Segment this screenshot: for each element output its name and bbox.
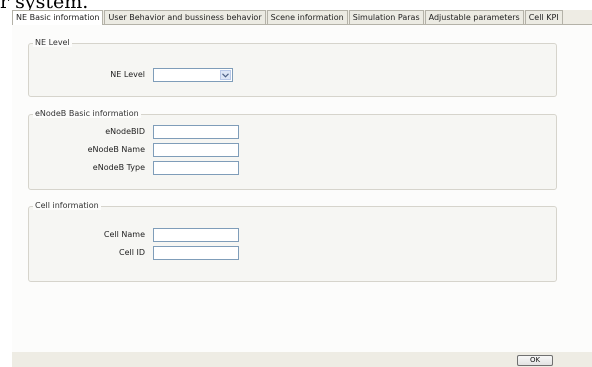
background-document-text: r system. <box>0 0 89 13</box>
enodeb-name-input[interactable] <box>153 143 239 157</box>
enodeb-basic-information-group: eNodeB Basic information eNodeBID eNodeB… <box>28 109 557 190</box>
chevron-down-icon[interactable] <box>220 70 231 80</box>
enodeb-type-input[interactable] <box>153 161 239 175</box>
cell-information-group: Cell information Cell Name Cell ID <box>28 201 557 282</box>
cell-legend: Cell information <box>33 201 101 210</box>
enodeb-id-input[interactable] <box>153 125 239 139</box>
tab-adjustable-parameters[interactable]: Adjustable parameters <box>424 10 524 24</box>
tab-ne-basic-information[interactable]: NE Basic information <box>12 10 104 25</box>
enodeb-type-label: eNodeB Type <box>92 163 145 172</box>
ne-level-group: NE Level NE Level <box>28 38 557 97</box>
tab-cell-kpi[interactable]: Cell KPI <box>524 10 563 24</box>
tab-panel: NE Level NE Level eNodeB Basic informati… <box>12 24 592 353</box>
ne-level-dropdown[interactable] <box>153 68 233 82</box>
enodeb-name-row: eNodeB Name <box>29 143 556 157</box>
tab-scene-information[interactable]: Scene information <box>266 10 348 24</box>
cell-id-input[interactable] <box>153 246 239 260</box>
ne-level-label: NE Level <box>110 70 145 79</box>
tab-user-behavior[interactable]: User Behavior and bussiness behavior <box>104 10 266 24</box>
ne-level-legend: NE Level <box>33 38 72 47</box>
enodeb-id-label: eNodeBID <box>105 127 145 136</box>
button-bar: OK <box>12 352 592 367</box>
cell-id-label: Cell ID <box>118 248 145 257</box>
tab-simulation-paras[interactable]: Simulation Paras <box>348 10 424 24</box>
enodeb-name-label: eNodeB Name <box>87 145 145 154</box>
ok-button[interactable]: OK <box>517 355 553 366</box>
cell-name-label: Cell Name <box>103 230 145 239</box>
enodeb-id-row: eNodeBID <box>29 125 556 139</box>
ne-level-row: NE Level <box>29 68 556 82</box>
enodeb-type-row: eNodeB Type <box>29 161 556 175</box>
cell-name-input[interactable] <box>153 228 239 242</box>
tab-bar: NE Basic information User Behavior and b… <box>12 10 564 25</box>
cell-name-row: Cell Name <box>29 228 556 242</box>
ne-properties-window: NE Basic information User Behavior and b… <box>12 10 592 367</box>
enodeb-legend: eNodeB Basic information <box>33 109 141 118</box>
cell-id-row: Cell ID <box>29 246 556 260</box>
